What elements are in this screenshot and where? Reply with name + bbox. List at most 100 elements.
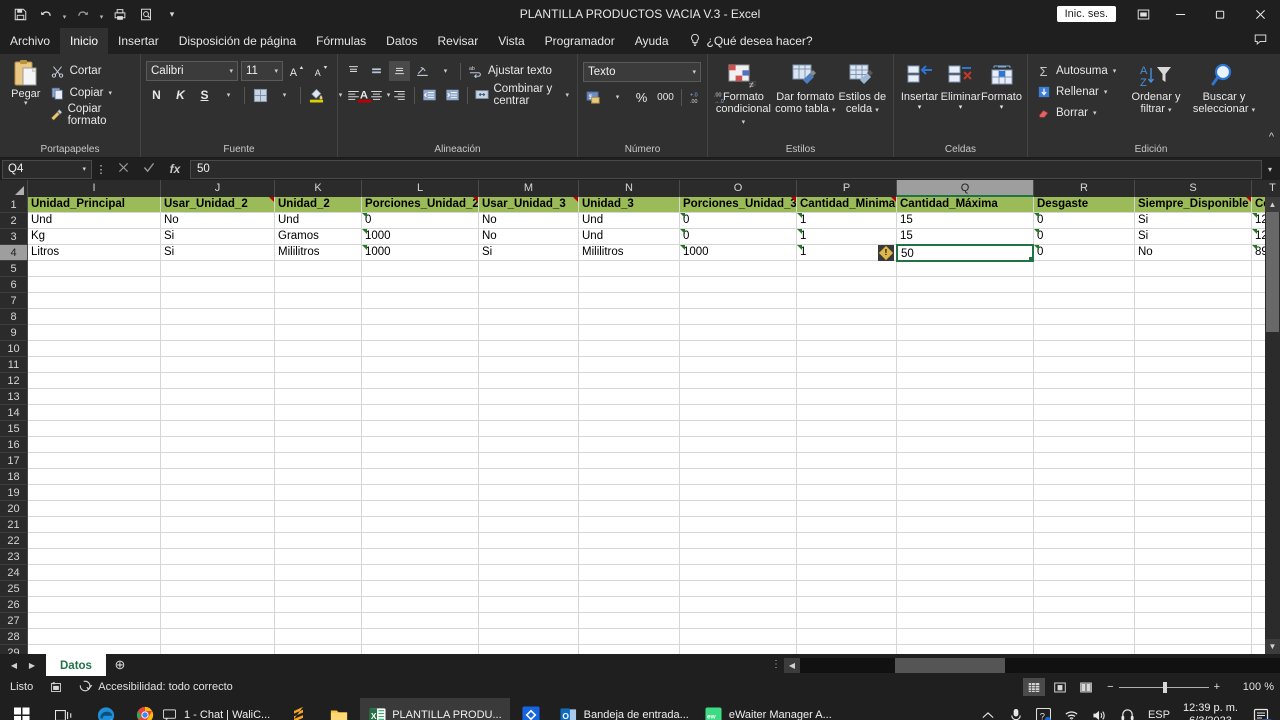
cell-I6[interactable] [28, 277, 161, 293]
font-size-combo[interactable]: 11 ▾ [241, 61, 283, 81]
cell-R12[interactable] [1034, 373, 1135, 389]
align-center-button[interactable] [366, 85, 387, 105]
cell-N22[interactable] [579, 533, 680, 549]
cell-J15[interactable] [161, 421, 275, 437]
format-as-table-button[interactable]: Dar formato como tabla ▾ [774, 59, 837, 115]
page-break-view-button[interactable] [1075, 678, 1097, 696]
cell-N20[interactable] [579, 501, 680, 517]
cell-Q3[interactable]: 15 [897, 229, 1034, 245]
row-header-11[interactable]: 11 [0, 357, 28, 373]
cell-L5[interactable] [362, 261, 479, 277]
cell-S28[interactable] [1135, 629, 1252, 645]
row-header-27[interactable]: 27 [0, 613, 28, 629]
cell-K15[interactable] [275, 421, 362, 437]
cell-P9[interactable] [797, 325, 897, 341]
align-middle-button[interactable] [366, 61, 387, 81]
cell-I26[interactable] [28, 597, 161, 613]
cell-K25[interactable] [275, 581, 362, 597]
orientation-dropdown-icon[interactable]: ▾ [435, 61, 456, 81]
cell-O11[interactable] [680, 357, 797, 373]
cell-K2[interactable]: Und [275, 213, 362, 229]
add-sheet-button[interactable]: ⊕ [106, 654, 134, 676]
cell-N14[interactable] [579, 405, 680, 421]
copy-dropdown-icon[interactable]: ▾ [108, 90, 112, 97]
cell-I3[interactable]: Kg [28, 229, 161, 245]
cell-L18[interactable] [362, 469, 479, 485]
cell-Q2[interactable]: 15 [897, 213, 1034, 229]
undo-dropdown-icon[interactable]: ▾ [60, 3, 69, 25]
cell-P3[interactable]: 1 [797, 229, 897, 245]
cell-L11[interactable] [362, 357, 479, 373]
cell-N3[interactable]: Und [579, 229, 680, 245]
cell-M23[interactable] [479, 549, 579, 565]
cell-M29[interactable] [479, 645, 579, 654]
cell-J19[interactable] [161, 485, 275, 501]
cell-R14[interactable] [1034, 405, 1135, 421]
cell-N8[interactable] [579, 309, 680, 325]
accessibility-status[interactable]: Accesibilidad: todo correcto [71, 679, 241, 696]
cell-I8[interactable] [28, 309, 161, 325]
scroll-left-button[interactable]: ◀ [784, 657, 800, 673]
cell-I24[interactable] [28, 565, 161, 581]
cell-N21[interactable] [579, 517, 680, 533]
cell-N5[interactable] [579, 261, 680, 277]
cell-I29[interactable] [28, 645, 161, 654]
zoom-thumb[interactable] [1162, 681, 1167, 693]
cell-R6[interactable] [1034, 277, 1135, 293]
row-header-22[interactable]: 22 [0, 533, 28, 549]
increase-font-size-button[interactable]: A [286, 61, 307, 81]
cell-J8[interactable] [161, 309, 275, 325]
cell-styles-dropdown-icon[interactable]: ▾ [875, 107, 879, 114]
row-header-14[interactable]: 14 [0, 405, 28, 421]
cell-N16[interactable] [579, 437, 680, 453]
print-icon[interactable] [108, 3, 132, 25]
cell-J7[interactable] [161, 293, 275, 309]
cell-K10[interactable] [275, 341, 362, 357]
decrease-font-size-button[interactable]: A [310, 61, 331, 81]
cell-S18[interactable] [1135, 469, 1252, 485]
ribbon-display-options-icon[interactable] [1126, 0, 1160, 28]
cell-O25[interactable] [680, 581, 797, 597]
cell-P20[interactable] [797, 501, 897, 517]
percent-style-button[interactable]: % [631, 87, 652, 107]
selected-cell-Q4[interactable]: 50 [896, 244, 1034, 262]
cell-O22[interactable] [680, 533, 797, 549]
comments-icon[interactable] [1253, 33, 1268, 49]
error-checking-button[interactable]: ! [878, 245, 894, 261]
cell-P6[interactable] [797, 277, 897, 293]
cell-N10[interactable] [579, 341, 680, 357]
cell-N17[interactable] [579, 453, 680, 469]
cell-J28[interactable] [161, 629, 275, 645]
cell-I14[interactable] [28, 405, 161, 421]
copy-button[interactable]: Copiar ▾ [47, 83, 135, 103]
italic-button[interactable]: K [170, 85, 191, 105]
cell-Q22[interactable] [897, 533, 1034, 549]
cell-M13[interactable] [479, 389, 579, 405]
cell-P8[interactable] [797, 309, 897, 325]
cell-I16[interactable] [28, 437, 161, 453]
cell-Q15[interactable] [897, 421, 1034, 437]
cell-O4[interactable]: 1000 [680, 245, 797, 261]
decrease-indent-button[interactable] [419, 85, 440, 105]
cell-J4[interactable]: Si [161, 245, 275, 261]
show-hidden-icons-button[interactable] [975, 698, 1001, 720]
cell-S13[interactable] [1135, 389, 1252, 405]
cell-R10[interactable] [1034, 341, 1135, 357]
taskbar-excel[interactable]: X PLANTILLA PRODU... [360, 698, 510, 720]
cell-P26[interactable] [797, 597, 897, 613]
cell-J21[interactable] [161, 517, 275, 533]
cell-M28[interactable] [479, 629, 579, 645]
cell-R4[interactable]: 0 [1034, 245, 1135, 261]
clear-dropdown-icon[interactable]: ▾ [1093, 110, 1097, 117]
paste-button[interactable]: Pegar ▾ [5, 57, 47, 107]
zoom-in-button[interactable]: + [1214, 681, 1220, 693]
cell-M27[interactable] [479, 613, 579, 629]
row-header-18[interactable]: 18 [0, 469, 28, 485]
cell-S15[interactable] [1135, 421, 1252, 437]
cell-R8[interactable] [1034, 309, 1135, 325]
cell-I15[interactable] [28, 421, 161, 437]
row-header-13[interactable]: 13 [0, 389, 28, 405]
cell-M1[interactable]: Usar_Unidad_3 [479, 197, 579, 213]
cell-K16[interactable] [275, 437, 362, 453]
row-header-20[interactable]: 20 [0, 501, 28, 517]
